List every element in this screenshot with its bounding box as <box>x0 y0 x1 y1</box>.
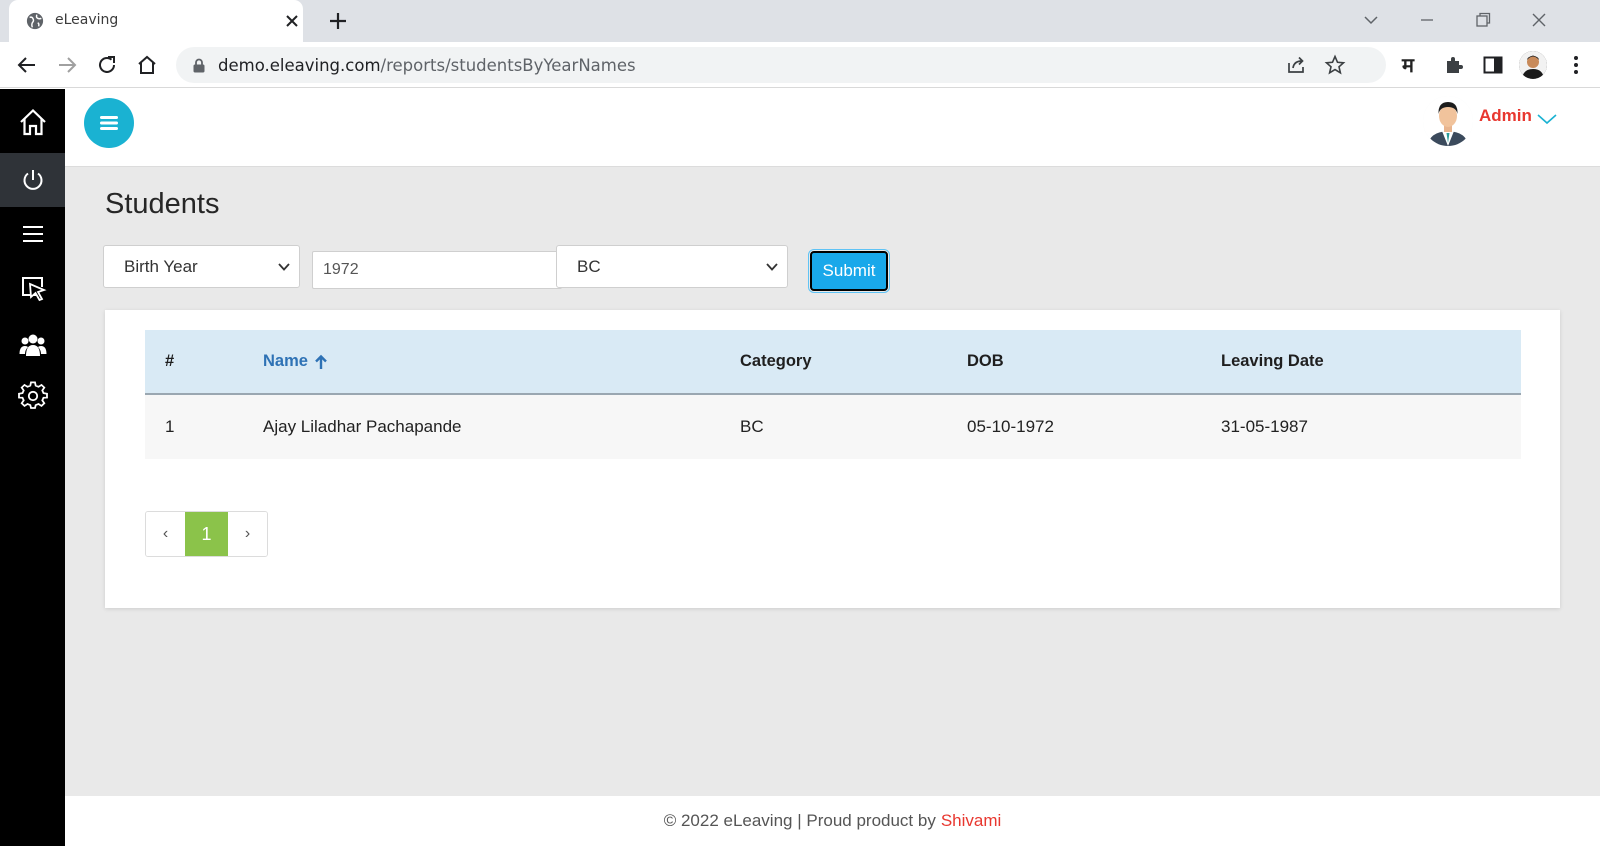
footer-brand-link[interactable]: Shivami <box>941 811 1001 831</box>
lock-icon[interactable] <box>192 58 206 73</box>
students-table: # Name Category DOB Leaving Date 1 Ajay … <box>145 330 1521 459</box>
cell-dob: 05-10-1972 <box>967 417 1054 436</box>
reload-icon[interactable] <box>95 53 119 77</box>
table-row: 1 Ajay Liladhar Pachapande BC 05-10-1972… <box>145 395 1521 459</box>
footer: © 2022 eLeaving | Proud product by Shiva… <box>65 796 1600 846</box>
browser-tab-strip: eLeaving <box>0 0 1600 42</box>
menu-toggle-button[interactable] <box>84 98 134 148</box>
browser-toolbar: demo.eleaving.com/reports/studentsByYear… <box>0 42 1600 88</box>
cursor-select-icon <box>21 277 47 302</box>
header-number[interactable]: # <box>165 330 174 393</box>
submit-button[interactable]: Submit <box>808 249 890 293</box>
translate-extension-icon[interactable]: म <box>1402 51 1414 78</box>
sidebar-item-home[interactable] <box>0 95 65 149</box>
chevron-down-icon <box>278 263 290 271</box>
main-content: Admin Students Birth Year 1972 BC Submit <box>65 89 1600 846</box>
sidebar-item-power[interactable] <box>0 153 65 207</box>
chevron-down-icon[interactable] <box>1536 112 1558 126</box>
cell-category: BC <box>740 417 764 436</box>
table-header-row: # Name Category DOB Leaving Date <box>145 330 1521 395</box>
sidebar-item-list[interactable] <box>0 207 65 261</box>
cell-number: 1 <box>165 417 175 436</box>
footer-text: © 2022 eLeaving | Proud product by <box>663 811 936 830</box>
home-icon <box>19 108 46 136</box>
sidebar-item-settings[interactable] <box>0 369 65 423</box>
filter-field-value: Birth Year <box>124 256 198 276</box>
category-value: BC <box>577 256 601 276</box>
browser-profile-avatar[interactable] <box>1519 51 1547 79</box>
globe-icon <box>26 12 44 30</box>
header-name[interactable]: Name <box>263 330 328 393</box>
browser-tab[interactable]: eLeaving <box>9 0 303 42</box>
users-icon <box>19 334 46 356</box>
pagination-page-1[interactable]: 1 <box>185 512 228 556</box>
close-window-icon[interactable] <box>1529 10 1549 30</box>
url-path: /reports/studentsByYearNames <box>380 56 636 75</box>
settings-icon <box>17 381 48 409</box>
sidebar-item-users[interactable] <box>0 317 65 371</box>
birth-year-value: 1972 <box>323 261 359 278</box>
chevron-down-icon <box>766 263 778 271</box>
sidebar <box>0 89 65 846</box>
url-host: demo.eleaving.com <box>218 56 381 75</box>
close-tab-icon[interactable] <box>282 11 302 31</box>
header-name-label: Name <box>263 352 308 370</box>
home-browser-icon[interactable] <box>135 53 159 77</box>
sidebar-item-select[interactable] <box>0 261 65 315</box>
pagination-prev-button[interactable]: ‹ <box>146 512 185 556</box>
minimize-icon[interactable] <box>1417 10 1437 30</box>
side-panel-icon[interactable] <box>1481 53 1505 77</box>
list-icon <box>22 226 43 242</box>
url-text[interactable]: demo.eleaving.com/reports/studentsByYear… <box>218 56 636 75</box>
tab-title: eLeaving <box>55 12 119 28</box>
app-container: Admin Students Birth Year 1972 BC Submit <box>0 89 1600 846</box>
results-card: # Name Category DOB Leaving Date 1 Ajay … <box>105 310 1560 608</box>
pagination: ‹ 1 › <box>145 511 268 557</box>
browser-menu-icon[interactable] <box>1564 53 1588 77</box>
cell-name: Ajay Liladhar Pachapande <box>263 417 462 436</box>
cell-leaving-date: 31-05-1987 <box>1221 417 1308 436</box>
pagination-next-button[interactable]: › <box>228 512 267 556</box>
header-category[interactable]: Category <box>740 330 812 393</box>
header-dob[interactable]: DOB <box>967 330 1004 393</box>
hamburger-icon <box>100 116 118 130</box>
sort-ascending-arrow-icon <box>315 354 327 369</box>
tab-search-chevron-icon[interactable] <box>1361 10 1381 30</box>
new-tab-icon[interactable] <box>327 10 349 32</box>
extensions-puzzle-icon[interactable] <box>1442 53 1466 77</box>
top-navbar: Admin <box>65 89 1600 167</box>
bookmark-star-icon[interactable] <box>1324 54 1346 76</box>
category-select[interactable]: BC <box>556 245 788 288</box>
user-name[interactable]: Admin <box>1479 106 1532 126</box>
user-avatar-icon <box>1423 96 1473 146</box>
profile-person-icon <box>1519 51 1547 79</box>
header-leaving-date[interactable]: Leaving Date <box>1221 330 1324 393</box>
address-bar[interactable]: demo.eleaving.com/reports/studentsByYear… <box>176 47 1386 83</box>
restore-icon[interactable] <box>1473 10 1493 30</box>
forward-arrow-icon[interactable] <box>55 53 79 77</box>
filter-field-select[interactable]: Birth Year <box>103 245 300 288</box>
birth-year-input[interactable]: 1972 <box>312 251 562 289</box>
user-avatar[interactable] <box>1423 96 1473 146</box>
share-icon[interactable] <box>1285 54 1307 76</box>
power-icon <box>23 170 42 190</box>
page-title: Students <box>105 188 220 220</box>
back-arrow-icon[interactable] <box>15 53 39 77</box>
